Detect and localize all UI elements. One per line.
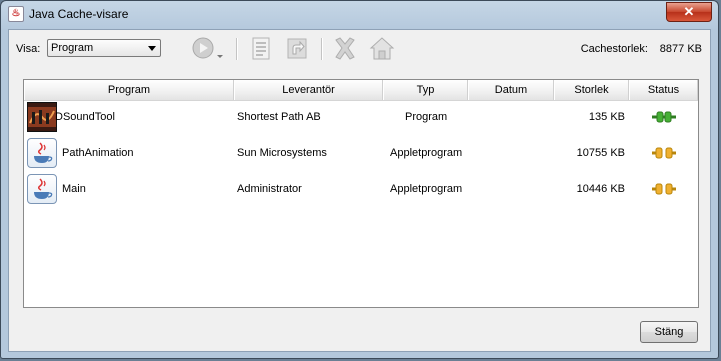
row-program-name: PathAnimation — [62, 147, 134, 159]
row-type: Appletprogram — [390, 147, 463, 159]
column-header-program[interactable]: Program — [24, 80, 234, 100]
row-size: 10755 KB — [576, 147, 625, 159]
java-app-icon: ♨ — [8, 6, 24, 22]
window-title: Java Cache-visare — [29, 7, 129, 21]
java-app-icon — [27, 174, 57, 204]
create-shortcut-icon[interactable] — [285, 36, 309, 62]
cache-size-label: Cachestorlek: — [580, 43, 648, 55]
row-size: 10446 KB — [576, 183, 625, 195]
toolbar: Visa: Program Cachestorlek: 8877 KB — [9, 30, 710, 70]
column-header-date[interactable]: Datum — [468, 80, 554, 100]
delete-icon[interactable] — [333, 36, 357, 62]
table-row[interactable]: DSoundTool Shortest Path AB Program 135 … — [24, 100, 698, 136]
row-vendor: Sun Microsystems — [237, 147, 327, 159]
java-cache-viewer-window: ♨ Java Cache-visare ✕ Visa: Program Cach… — [0, 0, 719, 359]
status-disconnected-icon — [652, 145, 676, 161]
toolbar-separator — [236, 38, 238, 60]
table-header: Program Leverantör Typ Datum Storlek Sta… — [24, 80, 698, 101]
table-row[interactable]: PathAnimation Sun Microsystems Appletpro… — [24, 136, 698, 172]
window-close-button[interactable]: ✕ — [666, 2, 712, 22]
run-icon[interactable] — [190, 36, 224, 62]
close-button[interactable]: Stäng — [640, 321, 698, 343]
client-area: Visa: Program Cachestorlek: 8877 KB Prog… — [8, 29, 711, 352]
status-connected-icon — [652, 109, 676, 125]
java-app-icon — [27, 138, 57, 168]
column-header-status[interactable]: Status — [629, 80, 698, 100]
status-disconnected-icon — [652, 181, 676, 197]
row-type: Program — [405, 111, 448, 123]
row-program-name: DSoundTool — [55, 111, 115, 123]
visa-select[interactable]: Program — [47, 39, 161, 57]
row-program-name: Main — [62, 183, 86, 195]
row-vendor: Administrator — [237, 183, 302, 195]
toolbar-separator — [321, 38, 323, 60]
column-header-vendor[interactable]: Leverantör — [234, 80, 383, 100]
application-table: Program Leverantör Typ Datum Storlek Sta… — [23, 79, 699, 308]
home-icon[interactable] — [369, 36, 395, 62]
row-vendor: Shortest Path AB — [237, 111, 321, 123]
visa-label: Visa: — [16, 43, 41, 55]
title-bar: ♨ Java Cache-visare ✕ — [1, 1, 718, 27]
table-row[interactable]: Main Administrator Appletprogram 10446 K… — [24, 172, 698, 208]
cache-size-value: 8877 KB — [659, 43, 702, 55]
visa-select-value: Program — [51, 42, 94, 54]
row-size: 135 KB — [588, 111, 625, 123]
column-header-type[interactable]: Typ — [383, 80, 468, 100]
column-header-size[interactable]: Storlek — [554, 80, 629, 100]
chevron-down-icon — [148, 46, 156, 51]
info-icon[interactable] — [249, 36, 273, 62]
dsoundtool-app-icon — [27, 102, 57, 132]
row-type: Appletprogram — [390, 183, 463, 195]
